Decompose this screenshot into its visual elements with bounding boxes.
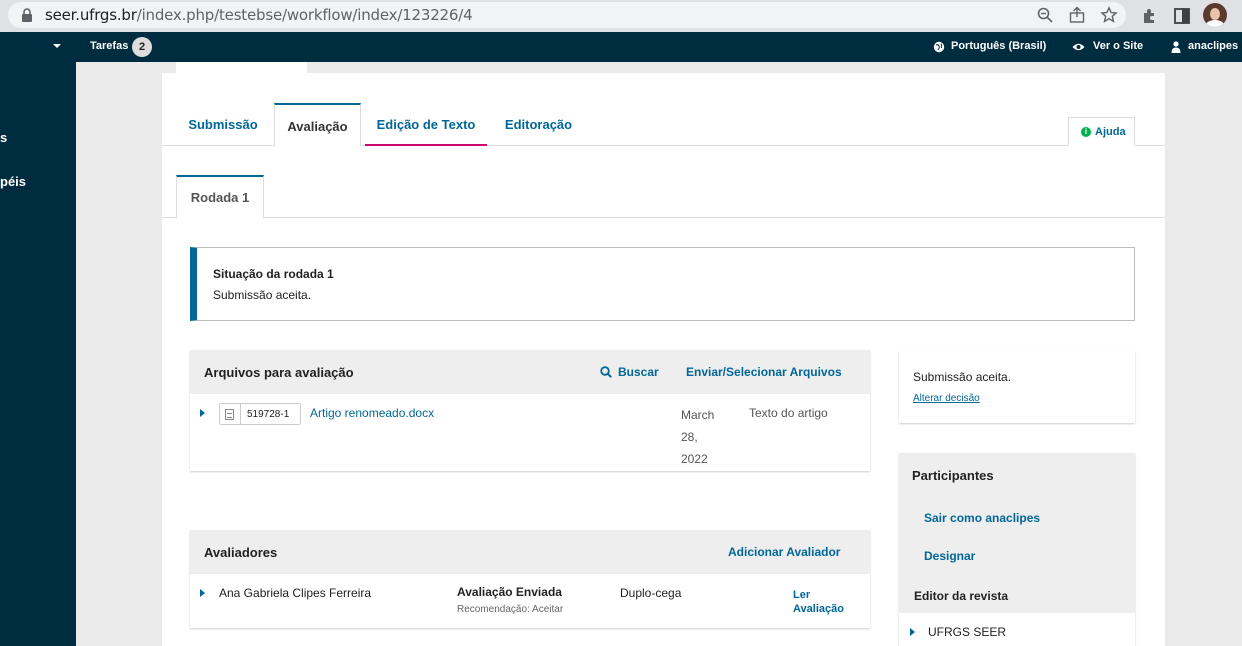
user-menu[interactable]: anaclipes xyxy=(1188,40,1238,52)
zoom-icon[interactable] xyxy=(1036,6,1054,24)
review-method: Duplo-cega xyxy=(620,586,682,600)
badge-separator xyxy=(240,404,241,424)
round-status-notice: Situação da rodada 1 Submissão aceita. xyxy=(190,247,1135,321)
workflow-panel: Submissão Avaliação Edição de Texto Edit… xyxy=(162,73,1165,646)
file-name-link[interactable]: Artigo renomeado.docx xyxy=(310,406,434,420)
avatar-face xyxy=(1210,8,1220,20)
avatar-shirt xyxy=(1206,20,1224,27)
app-header: Tarefas 2 Português (Brasil) Ver o Site … xyxy=(0,32,1242,62)
side-panel-icon[interactable] xyxy=(1172,6,1192,26)
add-reviewer-button[interactable]: Adicionar Avaliador xyxy=(728,545,840,559)
review-files-panel: Arquivos para avaliação Buscar Enviar/Se… xyxy=(190,350,870,471)
document-icon xyxy=(225,409,234,420)
page-tab-stub xyxy=(176,62,307,73)
review-round-tabs: Rodada 1 xyxy=(162,173,1165,219)
nav-item-partial-2[interactable]: péis xyxy=(0,174,26,189)
url-text: seer.ufrgs.br/index.php/testebse/workflo… xyxy=(45,6,473,24)
participant-name[interactable]: UFRGS SEER xyxy=(928,625,1006,639)
profile-avatar[interactable] xyxy=(1203,3,1227,27)
help-label: Ajuda xyxy=(1095,126,1126,138)
review-status: Avaliação Enviada xyxy=(457,585,562,599)
left-navigation: s péis xyxy=(0,62,76,646)
tab-copyediting[interactable]: Edição de Texto xyxy=(365,103,487,146)
tab-review[interactable]: Avaliação xyxy=(274,103,361,147)
tab-production[interactable]: Editoração xyxy=(491,103,586,146)
participants-title: Participantes xyxy=(912,468,994,483)
file-id-badge: 519728-1 xyxy=(219,403,301,425)
globe-icon xyxy=(933,41,945,53)
tasks-count-badge[interactable]: 2 xyxy=(132,37,152,57)
browser-toolbar: seer.ufrgs.br/index.php/testebse/workflo… xyxy=(0,0,1242,32)
url-host: seer.ufrgs.br xyxy=(45,6,137,24)
context-dropdown-caret-icon[interactable] xyxy=(53,44,61,48)
upload-select-files-button[interactable]: Enviar/Selecionar Arquivos xyxy=(686,365,842,379)
file-date: March 28, 2022 xyxy=(681,408,715,466)
extensions-icon[interactable] xyxy=(1140,6,1160,26)
help-button[interactable]: i Ajuda xyxy=(1068,117,1135,146)
reviewers-title: Avaliadores xyxy=(204,545,278,560)
tasks-link[interactable]: Tarefas xyxy=(90,40,128,52)
language-menu[interactable]: Português (Brasil) xyxy=(951,40,1046,52)
participants-panel: Participantes Sair como anaclipes Design… xyxy=(899,453,1135,646)
review-files-header: Arquivos para avaliação Buscar Enviar/Se… xyxy=(190,350,870,394)
reviewers-header: Avaliadores Adicionar Avaliador xyxy=(190,530,870,574)
participant-group-label: Editor da revista xyxy=(914,589,1009,603)
file-type: Texto do artigo xyxy=(749,406,828,420)
address-bar[interactable]: seer.ufrgs.br/index.php/testebse/workflo… xyxy=(8,2,1126,28)
info-icon: i xyxy=(1081,127,1091,137)
expand-row-icon[interactable] xyxy=(200,409,205,417)
bookmark-star-icon[interactable] xyxy=(1100,6,1118,24)
assign-participant-button[interactable]: Designar xyxy=(924,549,975,563)
participants-header: Participantes Sair como anaclipes Design… xyxy=(899,453,1135,613)
file-id: 519728-1 xyxy=(247,409,290,420)
read-review-link[interactable]: Ler Avaliação xyxy=(793,588,853,616)
tab-submission[interactable]: Submissão xyxy=(176,103,270,146)
url-path: /index.php/testebse/workflow/index/12322… xyxy=(136,6,473,24)
round-status-text: Submissão aceita. xyxy=(213,288,312,302)
change-decision-link[interactable]: Alterar decisão xyxy=(913,393,980,404)
nav-item-partial-1[interactable]: s xyxy=(0,130,7,145)
table-row: 519728-1 Artigo renomeado.docx March 28,… xyxy=(190,394,870,471)
share-icon[interactable] xyxy=(1068,6,1086,24)
expand-row-icon[interactable] xyxy=(200,589,205,597)
decision-status: Submissão aceita. xyxy=(913,370,1012,384)
tab-round-1[interactable]: Rodada 1 xyxy=(176,175,264,219)
editorial-decision-panel: Submissão aceita. Alterar decisão xyxy=(899,351,1135,423)
expand-participant-icon[interactable] xyxy=(910,628,915,636)
lock-icon xyxy=(22,8,32,22)
round-status-title: Situação da rodada 1 xyxy=(213,267,334,281)
search-files-button[interactable]: Buscar xyxy=(618,365,659,379)
workflow-stage-tabs: Submissão Avaliação Edição de Texto Edit… xyxy=(162,103,1165,147)
eye-icon xyxy=(1072,43,1085,51)
review-recommendation: Recomendação: Aceitar xyxy=(457,604,564,615)
user-icon xyxy=(1171,41,1181,53)
search-icon xyxy=(600,366,612,378)
reviewers-panel: Avaliadores Adicionar Avaliador Ana Gabr… xyxy=(190,530,870,628)
review-files-title: Arquivos para avaliação xyxy=(204,365,354,380)
view-site-link[interactable]: Ver o Site xyxy=(1093,40,1143,52)
reviewer-name: Ana Gabriela Clipes Ferreira xyxy=(219,586,372,600)
logout-as-button[interactable]: Sair como anaclipes xyxy=(924,511,1040,525)
